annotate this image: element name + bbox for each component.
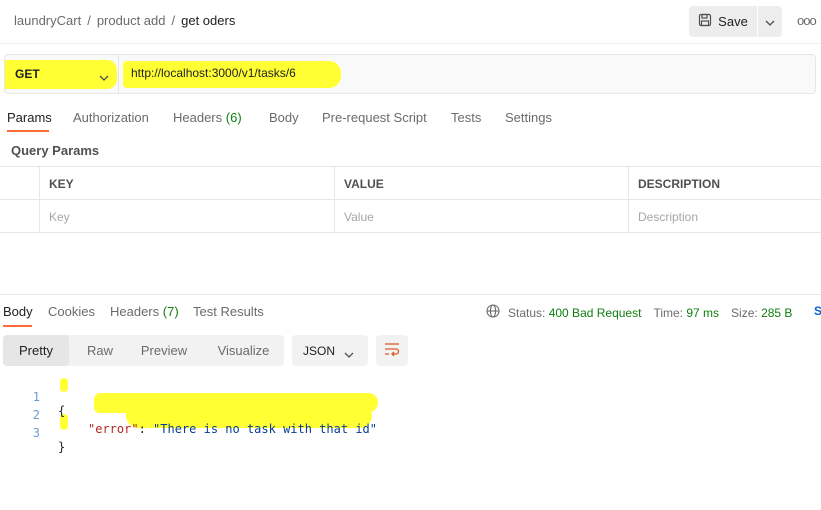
active-tab-indicator [3,325,32,327]
breadcrumb-request[interactable]: get oders [181,13,235,28]
tab-test-results[interactable]: Test Results [193,304,264,319]
active-tab-indicator [7,130,49,132]
breadcrumb: laundryCart / product add / get oders [14,13,235,28]
value-input[interactable]: Value [334,200,628,233]
json-string-value: "There is no task with that id" [153,422,377,436]
json-key: "error" [88,422,139,436]
code-line: 1 { [0,376,65,418]
request-tabs: Params Authorization Headers (6) Body Pr… [0,110,821,132]
json-colon: : [138,422,154,436]
code-open-brace: { [58,404,66,418]
url-input[interactable]: http://localhost:3000/v1/tasks/6 [131,66,296,80]
response-tabs: Body Cookies Headers (7) Test Results St… [0,294,821,327]
wrap-lines-button[interactable] [376,335,408,366]
tab-body[interactable]: Body [269,110,299,125]
tab-headers[interactable]: Headers (6) [173,110,242,125]
column-description: DESCRIPTION [628,167,821,200]
save-icon [698,13,712,30]
status-value[interactable]: 400 Bad Request [549,306,642,320]
tab-params[interactable]: Params [7,110,52,125]
tab-cookies[interactable]: Cookies [48,304,95,319]
view-raw[interactable]: Raw [74,335,126,366]
table-header-row: KEY VALUE DESCRIPTION [0,167,821,200]
line-number: 3 [32,426,40,440]
tab-authorization[interactable]: Authorization [73,110,149,125]
tab-headers-label: Headers [173,110,223,125]
chevron-down-icon [765,14,775,29]
size-value[interactable]: 285 B [761,306,792,320]
column-key: KEY [39,167,334,200]
time-value[interactable]: 97 ms [686,306,719,320]
top-bar: laundryCart / product add / get oders Sa… [0,0,821,44]
tab-settings[interactable]: Settings [505,110,552,125]
view-visualize[interactable]: Visualize [203,335,284,366]
view-preview[interactable]: Preview [131,335,197,366]
key-input[interactable]: Key [39,200,334,233]
breadcrumb-collection[interactable]: laundryCart [14,13,81,28]
url-bar: GET http://localhost:3000/v1/tasks/6 [4,54,816,94]
tab-response-body[interactable]: Body [3,304,33,319]
view-pretty[interactable]: Pretty [3,335,69,366]
column-value: VALUE [334,167,628,200]
save-label: Save [718,14,748,29]
save-options-button[interactable] [758,6,782,37]
size-label: Size: [731,305,758,320]
table-row: Key Value Description [0,200,821,233]
code-close-brace: } [58,440,66,454]
breadcrumb-separator: / [87,13,91,28]
breadcrumb-folder[interactable]: product add [97,13,166,28]
chevron-down-icon [99,69,109,84]
method-label: GET [15,67,40,81]
time-label: Time: [653,305,684,320]
wrap-lines-icon [384,342,400,359]
tab-prerequest-script[interactable]: Pre-request Script [322,110,427,125]
save-button[interactable]: Save [689,6,757,37]
tab-response-headers-count: (7) [162,304,179,319]
more-icon[interactable]: ooo [797,13,817,28]
code-line: 3 } [0,412,65,454]
code-line: 2 "error": "There is no task with that i… [0,394,377,436]
breadcrumb-separator: / [171,13,176,28]
save-response-link[interactable]: S [814,304,821,318]
tab-response-headers[interactable]: Headers (7) [110,304,179,319]
description-input[interactable]: Description [628,200,821,233]
code-key-value: "error": "There is no task with that id" [88,422,377,436]
query-params-table: KEY VALUE DESCRIPTION Key Value Descript… [0,166,821,233]
view-mode-selector: Pretty Raw Preview Visualize [3,335,284,366]
tab-tests[interactable]: Tests [451,110,481,125]
save-button-group: Save [689,6,782,37]
format-label: JSON [303,343,336,358]
query-params-title: Query Params [11,143,100,158]
tab-response-headers-label: Headers [110,304,160,319]
response-status-bar: Status: 400 Bad Request Time: 97 ms Size… [486,304,792,321]
chevron-down-icon [344,347,354,361]
highlight-mark [60,378,68,392]
format-select[interactable]: JSON [292,335,368,366]
globe-icon[interactable] [486,304,500,321]
tab-headers-count: (6) [225,110,242,125]
status-label: Status: [508,305,546,320]
